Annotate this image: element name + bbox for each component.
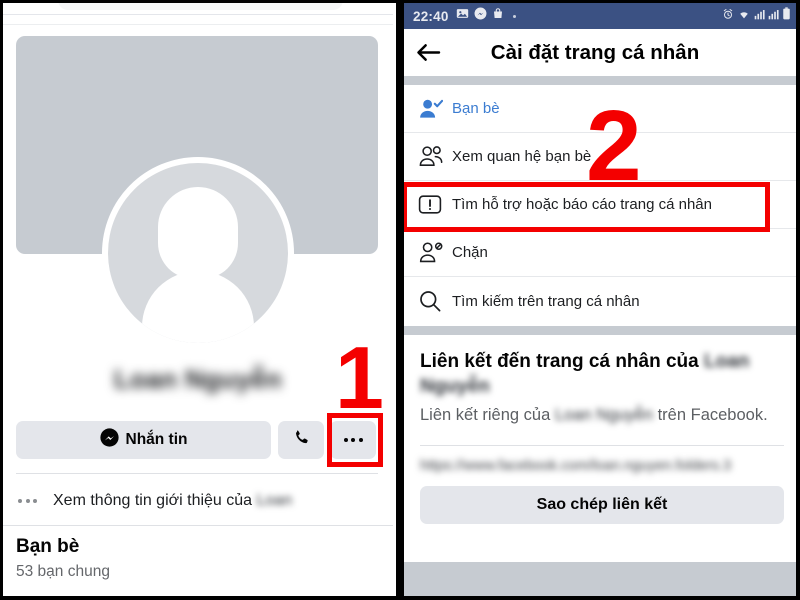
photo-icon: [456, 7, 469, 25]
annotation-number-2: 2: [586, 90, 642, 202]
three-dots-icon: [18, 499, 37, 503]
search-icon: [418, 289, 452, 313]
signal-icon: [768, 7, 779, 25]
see-intro-prefix: Xem thông tin giới thiệu của: [53, 492, 257, 509]
friends-title: Bạn bè: [16, 536, 80, 557]
profile-link-desc-prefix: Liên kết riêng của: [420, 406, 555, 424]
menu-item-label: Tìm kiếm trên trang cá nhân: [452, 292, 640, 310]
alarm-icon: [722, 7, 734, 25]
friends-mutual-count: 53 bạn chung: [16, 563, 110, 580]
annotation-number-1: 1: [335, 328, 384, 427]
left-panel-profile-screen: Loan Nguyễn Nhắn tin Xem thông tin giới …: [0, 0, 396, 600]
section-divider-band: [404, 76, 800, 85]
three-dots-icon: [343, 438, 363, 442]
status-bar-notification-icons: [456, 7, 516, 25]
person-block-icon: [418, 241, 452, 264]
menu-item-label: Bạn bè: [452, 100, 500, 117]
phone-icon: [292, 428, 311, 452]
avatar-body-shape: [142, 271, 254, 343]
divider: [16, 473, 378, 474]
top-gap: [3, 15, 393, 25]
tutorial-screenshot: Loan Nguyễn Nhắn tin Xem thông tin giới …: [0, 0, 800, 600]
menu-item-label: Xem quan hệ bạn bè: [452, 148, 592, 165]
profile-link-desc-blurred-name: Loan Nguyễn: [554, 406, 654, 424]
image-border-right: [796, 0, 800, 600]
panel-divider: [396, 0, 404, 600]
see-intro-blurred-name: Loan: [256, 492, 293, 509]
avatar[interactable]: [102, 157, 294, 349]
divider: [3, 525, 393, 526]
status-separator-dot: [512, 14, 516, 18]
image-border-top: [0, 0, 800, 3]
friends-section[interactable]: Bạn bè 53 bạn chung: [16, 536, 378, 581]
status-bar-system-icons: [722, 7, 791, 25]
menu-item-label: Tìm hỗ trợ hoặc báo cáo trang cá nhân: [452, 196, 712, 213]
copy-link-button[interactable]: Sao chép liên kết: [420, 486, 784, 524]
signal-icon: [754, 7, 765, 25]
profile-link-description: Liên kết riêng của Loan Nguyễn trên Face…: [420, 403, 784, 427]
two-people-icon: [418, 145, 452, 168]
profile-link-heading: Liên kết đến trang cá nhân của Loan Nguy…: [420, 349, 784, 399]
bottom-band: [404, 562, 800, 596]
divider: [420, 445, 784, 446]
menu-item-label: Chặn: [452, 244, 488, 261]
profile-link-desc-suffix: trên Facebook.: [653, 406, 768, 424]
battery-icon: [782, 7, 791, 25]
messenger-icon: [474, 7, 487, 25]
back-arrow-icon[interactable]: [416, 42, 441, 63]
menu-item-block[interactable]: Chặn: [404, 229, 800, 277]
wifi-icon: [737, 7, 751, 25]
message-button-label: Nhắn tin: [125, 431, 188, 448]
app-header: Cài đặt trang cá nhân: [404, 29, 800, 76]
profile-action-row: Nhắn tin: [16, 421, 378, 459]
status-bar-clock: 22:40: [413, 8, 449, 24]
avatar-placeholder-icon: [108, 163, 288, 343]
bag-icon: [492, 7, 504, 25]
menu-item-search-profile[interactable]: Tìm kiếm trên trang cá nhân: [404, 277, 800, 325]
see-intro-row[interactable]: Xem thông tin giới thiệu của Loan: [16, 484, 378, 518]
image-border-left: [0, 0, 3, 600]
exclamation-box-icon: [418, 193, 452, 216]
message-button[interactable]: Nhắn tin: [16, 421, 271, 459]
image-border-bottom: [0, 596, 800, 600]
profile-link-section: Liên kết đến trang cá nhân của Loan Nguy…: [404, 335, 800, 562]
profile-link-heading-prefix: Liên kết đến trang cá nhân của: [420, 351, 705, 372]
profile-url-text[interactable]: https://www.facebook.com/loan.nguyen.fol…: [420, 458, 784, 474]
page-title: Cài đặt trang cá nhân: [490, 40, 700, 64]
status-bar: 22:40: [404, 3, 800, 29]
avatar-head-shape: [158, 187, 238, 279]
call-button[interactable]: [278, 421, 324, 459]
person-check-icon: [418, 97, 452, 121]
section-divider-band: [404, 326, 800, 335]
messenger-icon: [99, 428, 119, 452]
see-intro-label: Xem thông tin giới thiệu của Loan: [53, 492, 292, 510]
